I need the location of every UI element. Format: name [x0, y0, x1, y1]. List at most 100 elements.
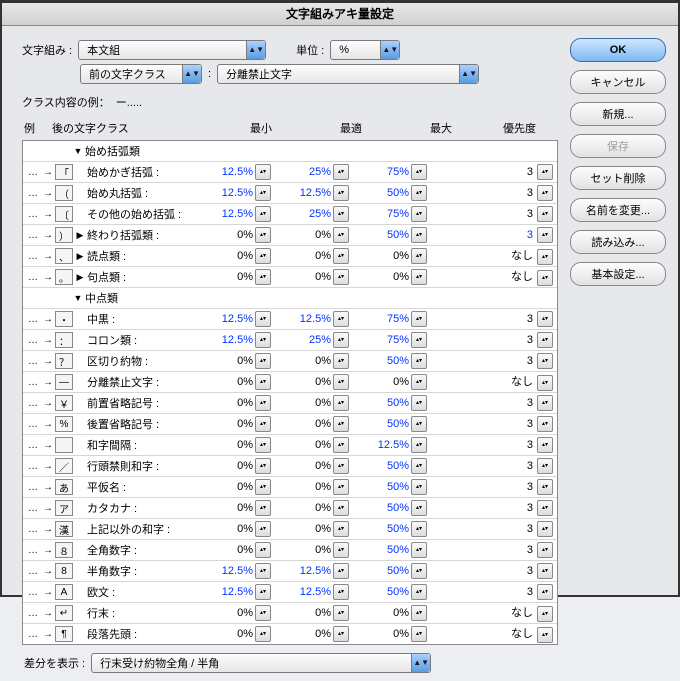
stepper-icon[interactable]: ▴▾ — [411, 395, 427, 411]
stepper-icon[interactable]: ▴▾ — [255, 416, 271, 432]
stepper-icon[interactable]: ▴▾ — [411, 164, 427, 180]
stepper-icon[interactable]: ▴▾ — [411, 521, 427, 537]
stepper-icon[interactable]: ▴▾ — [537, 227, 553, 243]
stepper-icon[interactable]: ▴▾ — [255, 269, 271, 285]
disclosure-triangle-icon[interactable]: ▶ — [73, 251, 87, 262]
stepper-icon[interactable]: ▴▾ — [537, 584, 553, 600]
stepper-icon[interactable]: ▴▾ — [537, 479, 553, 495]
new-button[interactable]: 新規... — [570, 102, 666, 126]
stepper-icon[interactable]: ▴▾ — [537, 563, 553, 579]
stepper-icon[interactable]: ▴▾ — [255, 500, 271, 516]
stepper-icon[interactable]: ▴▾ — [411, 374, 427, 390]
unit-select[interactable]: %▲▼ — [330, 40, 400, 60]
stepper-icon[interactable]: ▴▾ — [537, 332, 553, 348]
stepper-icon[interactable]: ▴▾ — [333, 164, 349, 180]
ok-button[interactable]: OK — [570, 38, 666, 62]
stepper-icon[interactable]: ▴▾ — [333, 458, 349, 474]
rename-button[interactable]: 名前を変更... — [570, 198, 666, 222]
stepper-icon[interactable]: ▴▾ — [255, 605, 271, 621]
stepper-icon[interactable]: ▴▾ — [255, 353, 271, 369]
disclosure-triangle-icon[interactable]: ▼ — [71, 293, 85, 303]
stepper-icon[interactable]: ▴▾ — [255, 248, 271, 264]
stepper-icon[interactable]: ▴▾ — [411, 542, 427, 558]
basic-settings-button[interactable]: 基本設定... — [570, 262, 666, 286]
stepper-icon[interactable]: ▴▾ — [333, 416, 349, 432]
stepper-icon[interactable]: ▴▾ — [333, 437, 349, 453]
stepper-icon[interactable]: ▴▾ — [411, 185, 427, 201]
stepper-icon[interactable]: ▴▾ — [411, 500, 427, 516]
stepper-icon[interactable]: ▴▾ — [411, 626, 427, 642]
stepper-icon[interactable]: ▴▾ — [411, 584, 427, 600]
stepper-icon[interactable]: ▴▾ — [411, 269, 427, 285]
stepper-icon[interactable]: ▴▾ — [411, 563, 427, 579]
stepper-icon[interactable]: ▴▾ — [255, 521, 271, 537]
load-button[interactable]: 読み込み... — [570, 230, 666, 254]
stepper-icon[interactable]: ▴▾ — [537, 185, 553, 201]
stepper-icon[interactable]: ▴▾ — [537, 395, 553, 411]
stepper-icon[interactable]: ▴▾ — [255, 227, 271, 243]
stepper-icon[interactable]: ▴▾ — [537, 542, 553, 558]
stepper-icon[interactable]: ▴▾ — [537, 206, 553, 222]
stepper-icon[interactable]: ▴▾ — [537, 500, 553, 516]
stepper-icon[interactable]: ▴▾ — [537, 249, 553, 265]
stepper-icon[interactable]: ▴▾ — [537, 353, 553, 369]
stepper-icon[interactable]: ▴▾ — [255, 332, 271, 348]
stepper-icon[interactable]: ▴▾ — [255, 584, 271, 600]
data-table[interactable]: ▼始め括弧類…→「始めかぎ括弧 :12.5%▴▾25%▴▾75%▴▾3▴▾…→（… — [22, 140, 558, 645]
stepper-icon[interactable]: ▴▾ — [333, 248, 349, 264]
stepper-icon[interactable]: ▴▾ — [333, 479, 349, 495]
stepper-icon[interactable]: ▴▾ — [411, 353, 427, 369]
stepper-icon[interactable]: ▴▾ — [411, 227, 427, 243]
stepper-icon[interactable]: ▴▾ — [333, 563, 349, 579]
stepper-icon[interactable]: ▴▾ — [537, 627, 553, 643]
stepper-icon[interactable]: ▴▾ — [333, 500, 349, 516]
stepper-icon[interactable]: ▴▾ — [537, 375, 553, 391]
stepper-icon[interactable]: ▴▾ — [255, 626, 271, 642]
stepper-icon[interactable]: ▴▾ — [333, 395, 349, 411]
stepper-icon[interactable]: ▴▾ — [333, 206, 349, 222]
stepper-icon[interactable]: ▴▾ — [537, 437, 553, 453]
stepper-icon[interactable]: ▴▾ — [255, 311, 271, 327]
stepper-icon[interactable]: ▴▾ — [255, 458, 271, 474]
stepper-icon[interactable]: ▴▾ — [537, 606, 553, 622]
stepper-icon[interactable]: ▴▾ — [333, 185, 349, 201]
stepper-icon[interactable]: ▴▾ — [411, 605, 427, 621]
stepper-icon[interactable]: ▴▾ — [255, 206, 271, 222]
stepper-icon[interactable]: ▴▾ — [333, 311, 349, 327]
stepper-icon[interactable]: ▴▾ — [333, 374, 349, 390]
char-class-select[interactable]: 分離禁止文字▲▼ — [217, 64, 479, 84]
stepper-icon[interactable]: ▴▾ — [411, 458, 427, 474]
stepper-icon[interactable]: ▴▾ — [255, 395, 271, 411]
stepper-icon[interactable]: ▴▾ — [333, 605, 349, 621]
stepper-icon[interactable]: ▴▾ — [255, 374, 271, 390]
stepper-icon[interactable]: ▴▾ — [537, 164, 553, 180]
stepper-icon[interactable]: ▴▾ — [255, 437, 271, 453]
disclosure-triangle-icon[interactable]: ▼ — [71, 146, 85, 156]
cancel-button[interactable]: キャンセル — [570, 70, 666, 94]
stepper-icon[interactable]: ▴▾ — [537, 416, 553, 432]
stepper-icon[interactable]: ▴▾ — [333, 542, 349, 558]
stepper-icon[interactable]: ▴▾ — [411, 437, 427, 453]
stepper-icon[interactable]: ▴▾ — [333, 521, 349, 537]
stepper-icon[interactable]: ▴▾ — [333, 353, 349, 369]
delete-set-button[interactable]: セット削除 — [570, 166, 666, 190]
stepper-icon[interactable]: ▴▾ — [537, 270, 553, 286]
stepper-icon[interactable]: ▴▾ — [537, 458, 553, 474]
stepper-icon[interactable]: ▴▾ — [255, 479, 271, 495]
stepper-icon[interactable]: ▴▾ — [537, 521, 553, 537]
stepper-icon[interactable]: ▴▾ — [333, 332, 349, 348]
stepper-icon[interactable]: ▴▾ — [333, 227, 349, 243]
disclosure-triangle-icon[interactable]: ▶ — [73, 230, 87, 241]
stepper-icon[interactable]: ▴▾ — [411, 206, 427, 222]
stepper-icon[interactable]: ▴▾ — [537, 311, 553, 327]
stepper-icon[interactable]: ▴▾ — [411, 332, 427, 348]
stepper-icon[interactable]: ▴▾ — [333, 584, 349, 600]
stepper-icon[interactable]: ▴▾ — [255, 164, 271, 180]
stepper-icon[interactable]: ▴▾ — [255, 542, 271, 558]
stepper-icon[interactable]: ▴▾ — [411, 479, 427, 495]
prev-class-select[interactable]: 前の文字クラス▲▼ — [80, 64, 202, 84]
stepper-icon[interactable]: ▴▾ — [255, 563, 271, 579]
diff-select[interactable]: 行末受け約物全角 / 半角▲▼ — [91, 653, 431, 673]
stepper-icon[interactable]: ▴▾ — [255, 185, 271, 201]
stepper-icon[interactable]: ▴▾ — [411, 416, 427, 432]
